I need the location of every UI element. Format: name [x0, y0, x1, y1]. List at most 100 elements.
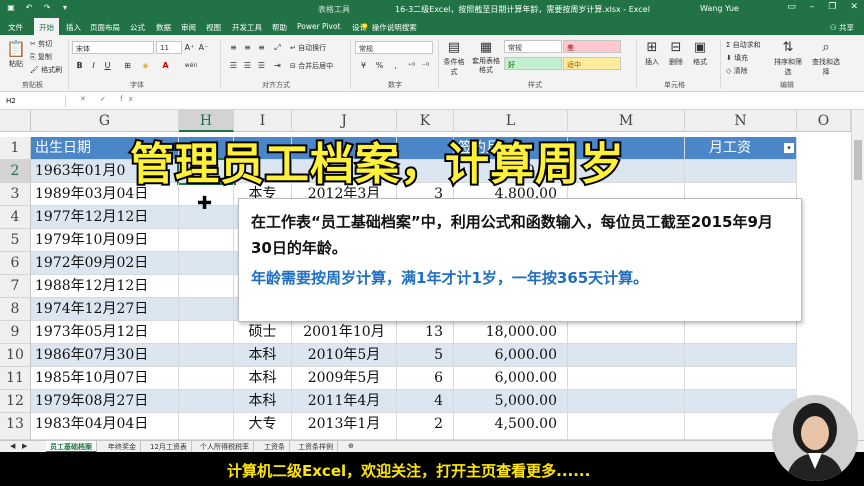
cell-h[interactable] [179, 413, 234, 440]
cell-n[interactable] [685, 390, 797, 413]
cell-h[interactable] [179, 298, 234, 321]
align-middle-icon[interactable]: ≡ [242, 42, 253, 53]
user-name[interactable]: Wang Yue [700, 4, 739, 13]
tab-view[interactable]: 视图 [206, 22, 221, 33]
fill-color-icon[interactable]: ◈ [140, 60, 151, 71]
cell-g[interactable]: 1973年05月12日 [31, 321, 179, 344]
tell-me-search[interactable]: 💡 操作说明搜索 [360, 22, 417, 33]
cell-i[interactable]: 硕士 [234, 321, 292, 344]
cell-i[interactable]: 本科 [234, 344, 292, 367]
name-box[interactable]: H2 [4, 95, 66, 107]
cell-g[interactable]: 1979年08月27日 [31, 390, 179, 413]
row-header[interactable]: 3 [0, 183, 31, 206]
phonetic-icon[interactable]: wén [182, 60, 200, 71]
cell-l[interactable]: 6,000.00 [454, 367, 568, 390]
style-neutral[interactable]: 适中 [563, 57, 621, 70]
restore-button[interactable]: ❐ [828, 2, 836, 12]
vertical-scrollbar[interactable] [851, 110, 864, 440]
cell-h[interactable] [179, 275, 234, 298]
orientation-icon[interactable]: ⤢ [272, 42, 283, 53]
cell-j[interactable]: 2001年10月 [292, 321, 397, 344]
cell-i[interactable]: 本科 [234, 390, 292, 413]
cell-g[interactable]: 1983年04月04日 [31, 413, 179, 440]
wrap-text-button[interactable]: ↵ 自动换行 [290, 43, 326, 53]
bold-button[interactable]: B [74, 60, 85, 71]
tab-insert[interactable]: 插入 [66, 22, 81, 33]
conditional-format-button[interactable]: ▤ 条件格式 [442, 39, 466, 77]
font-name-select[interactable]: 宋体 [72, 41, 154, 54]
font-color-icon[interactable]: A [160, 60, 171, 71]
undo-icon[interactable]: ↶ [24, 3, 34, 13]
share-button[interactable]: ⚇ 共享 [830, 22, 854, 33]
row-header[interactable]: 6 [0, 252, 31, 275]
tab-power-pivot[interactable]: Power Pivot [297, 22, 340, 31]
currency-icon[interactable]: ¥ [358, 60, 369, 71]
align-center-icon[interactable]: ☰ [242, 60, 253, 71]
cell-k[interactable]: 4 [397, 390, 454, 413]
clear-button[interactable]: ◇ 清除 [726, 66, 748, 76]
row-header[interactable]: 9 [0, 321, 31, 344]
align-left-icon[interactable]: ☰ [228, 60, 239, 71]
cell-n[interactable] [685, 160, 797, 183]
cell-m[interactable] [568, 344, 685, 367]
cell-n[interactable] [685, 321, 797, 344]
quick-access-more-icon[interactable]: ▾ [60, 3, 70, 13]
cell-n[interactable] [685, 344, 797, 367]
cell-g[interactable]: 1979年10月09日 [31, 229, 179, 252]
underline-button[interactable]: U [102, 60, 113, 71]
align-top-icon[interactable]: ≡ [228, 42, 239, 53]
row-header[interactable]: 4 [0, 206, 31, 229]
row-header[interactable]: 13 [0, 413, 31, 440]
cell-h[interactable] [179, 390, 234, 413]
cell-h[interactable] [179, 321, 234, 344]
tab-file[interactable]: 文件 [8, 22, 23, 33]
copy-button[interactable]: ⎘ 复制 [30, 52, 52, 62]
cell-i[interactable]: 大专 [234, 413, 292, 440]
minimize-button[interactable]: – [810, 2, 815, 12]
tab-page-layout[interactable]: 页面布局 [90, 22, 120, 33]
cell-g[interactable]: 1977年12月12日 [31, 206, 179, 229]
tab-review[interactable]: 审阅 [181, 22, 196, 33]
cell-h[interactable] [179, 252, 234, 275]
cell-g[interactable]: 1985年10月07日 [31, 367, 179, 390]
row-header[interactable]: 2 [0, 160, 31, 183]
cell-k[interactable]: 13 [397, 321, 454, 344]
fill-button[interactable]: ⬇ 填充 [726, 53, 748, 63]
find-select-button[interactable]: ⌕ 查找和选择 [810, 39, 842, 77]
cell-j[interactable]: 2013年1月 [292, 413, 397, 440]
cell-l[interactable]: 5,000.00 [454, 390, 568, 413]
cell-m[interactable] [568, 390, 685, 413]
cell-m[interactable] [568, 321, 685, 344]
comma-icon[interactable]: , [390, 60, 401, 71]
increase-decimal-icon[interactable]: ⁺⁰ [406, 60, 417, 71]
format-painter-button[interactable]: 🖌 格式刷 [30, 65, 62, 75]
tab-data[interactable]: 数据 [156, 22, 171, 33]
align-right-icon[interactable]: ☰ [256, 60, 267, 71]
cell-m[interactable] [568, 367, 685, 390]
font-decrease-icon[interactable]: A⁻ [198, 42, 209, 53]
cut-button[interactable]: ✂ 剪切 [30, 39, 52, 49]
filter-dropdown-icon[interactable]: ▾ [784, 143, 794, 153]
cell-k[interactable]: 2 [397, 413, 454, 440]
tab-formulas[interactable]: 公式 [130, 22, 145, 33]
cell-k[interactable]: 5 [397, 344, 454, 367]
indent-icon[interactable]: ⇥ [272, 60, 283, 71]
format-cells-button[interactable]: ▣ 格式 [690, 39, 710, 67]
cell-g[interactable]: 1974年12月27日 [31, 298, 179, 321]
autosum-button[interactable]: Σ 自动求和 [726, 40, 761, 50]
borders-icon[interactable]: ⊞ [122, 60, 133, 71]
cell-k[interactable]: 6 [397, 367, 454, 390]
cell-n[interactable] [685, 367, 797, 390]
paste-button[interactable]: 📋 粘贴 [6, 39, 26, 69]
row-header[interactable]: 11 [0, 367, 31, 390]
delete-cells-button[interactable]: ⊟ 删除 [666, 39, 686, 67]
cell-l[interactable]: 6,000.00 [454, 344, 568, 367]
italic-button[interactable]: I [88, 60, 99, 71]
style-good[interactable]: 好 [504, 57, 562, 70]
tab-home[interactable]: 开始 [34, 18, 59, 35]
save-icon[interactable]: ▣ [6, 3, 16, 13]
select-all-corner[interactable] [0, 110, 31, 132]
cell-i[interactable]: 本科 [234, 367, 292, 390]
cell-h[interactable] [179, 229, 234, 252]
ribbon-display-icon[interactable]: ▭ [787, 2, 796, 12]
